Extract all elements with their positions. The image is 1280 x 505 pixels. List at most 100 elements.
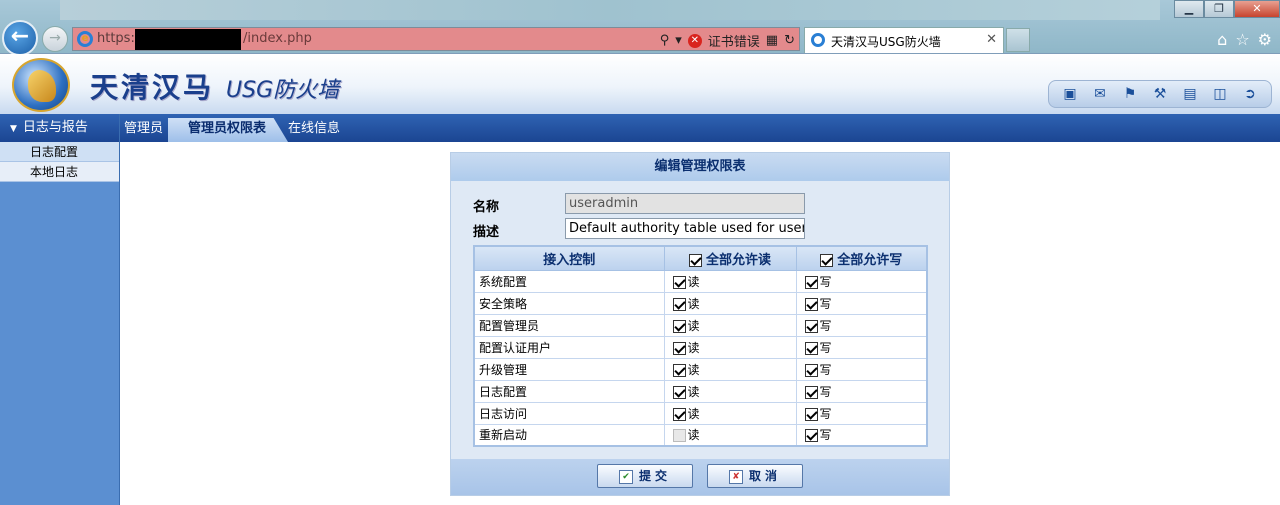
settings-gear-icon[interactable]: ⚙ [1258, 30, 1272, 49]
sidebar-item-log-config[interactable]: 日志配置 [0, 142, 119, 162]
main-content: 编辑管理权限表 名称 useradmin 描述 Default authorit… [121, 142, 1280, 505]
caret-down-icon: ▼ [10, 124, 17, 134]
col-access-control: 接入控制 [473, 245, 665, 271]
write-checkbox[interactable] [804, 319, 818, 333]
write-checkbox[interactable] [804, 385, 818, 399]
write-checkbox[interactable] [804, 297, 818, 311]
read-all-checkbox[interactable] [688, 253, 702, 267]
write-label: 写 [819, 318, 832, 333]
row-name: 配置认证用户 [473, 335, 665, 359]
logout-icon[interactable]: ➲ [1241, 85, 1259, 103]
table-row: 日志配置 读 写 [473, 379, 928, 403]
name-input: useradmin [565, 193, 805, 214]
read-all-label: 全部允许读 [705, 252, 771, 268]
read-cell: 读 [663, 423, 797, 447]
url-path: /index.php [243, 31, 312, 46]
brand-name: 天清汉马 [90, 71, 215, 104]
write-label: 写 [819, 340, 832, 355]
minimize-icon[interactable]: ▁ [1174, 0, 1204, 18]
cert-error-text[interactable]: 证书错误 [708, 31, 760, 50]
tab-close-icon[interactable]: ✕ [986, 32, 997, 47]
sidebar: ▼ 日志与报告 日志配置 本地日志 [0, 114, 120, 505]
monitor-icon[interactable]: ▤ [1181, 85, 1199, 103]
write-checkbox[interactable] [804, 341, 818, 355]
submit-button[interactable]: ✔ 提交 [597, 464, 693, 488]
forward-button[interactable]: → [42, 26, 68, 52]
write-checkbox[interactable] [804, 275, 818, 289]
browser-right-icons: ⌂ ☆ ⚙ [1217, 30, 1272, 49]
table-row: 配置认证用户 读 写 [473, 335, 928, 359]
tab-title: 天清汉马USG防火墙 [831, 35, 941, 49]
read-checkbox[interactable] [672, 297, 686, 311]
permission-table: 接入控制 全部允许读 全部允许写 系统配置读写安全策略读写配置管理员读写配置认证… [473, 245, 928, 447]
name-label: 名称 [473, 200, 500, 215]
new-tab-button[interactable] [1006, 28, 1030, 52]
write-checkbox[interactable] [804, 429, 818, 443]
submit-icon: ✔ [618, 469, 633, 484]
logo-icon [12, 58, 70, 112]
restore-icon[interactable]: ❐ [1204, 0, 1234, 18]
tab-ie-icon [811, 33, 825, 47]
read-label: 读 [687, 384, 700, 399]
col-read-all: 全部允许读 [663, 245, 797, 271]
read-cell: 读 [663, 357, 797, 381]
write-all-label: 全部允许写 [837, 252, 903, 268]
write-all-checkbox[interactable] [820, 253, 834, 267]
write-cell: 写 [795, 379, 928, 403]
tab-online-info[interactable]: 在线信息 [288, 118, 340, 142]
help-book-icon[interactable]: ▣ [1061, 85, 1079, 103]
submit-label: 提交 [638, 469, 671, 483]
table-row: 升级管理 读 写 [473, 357, 928, 381]
compat-view-icon[interactable]: ▦ [766, 33, 778, 48]
home-icon[interactable]: ⌂ [1217, 30, 1227, 49]
sidebar-item-local-log[interactable]: 本地日志 [0, 162, 119, 182]
panel-title: 编辑管理权限表 [451, 153, 949, 181]
read-label: 读 [687, 318, 700, 333]
description-input[interactable]: Default authority table used for useradm [565, 218, 805, 239]
cancel-button[interactable]: ✘ 取消 [707, 464, 803, 488]
tools-icon[interactable]: ⚒ [1151, 85, 1169, 103]
read-checkbox[interactable] [672, 407, 686, 421]
read-cell: 读 [663, 335, 797, 359]
close-icon[interactable]: ✕ [1234, 0, 1280, 18]
read-cell: 读 [663, 313, 797, 337]
read-checkbox[interactable] [672, 363, 686, 377]
address-bar[interactable]: e https:/ /index.php ⚲ ▾ ✕ 证书错误 ▦ ↻ [72, 27, 800, 51]
read-checkbox [672, 429, 686, 443]
read-checkbox[interactable] [672, 385, 686, 399]
refresh-icon[interactable]: ↻ [784, 33, 795, 48]
write-checkbox[interactable] [804, 363, 818, 377]
tab-admin[interactable]: 管理员 [124, 118, 163, 142]
table-row: 重新启动 读 写 [473, 423, 928, 447]
save-icon[interactable]: ◫ [1211, 85, 1229, 103]
edit-permission-panel: 编辑管理权限表 名称 useradmin 描述 Default authorit… [450, 152, 950, 496]
read-cell: 读 [663, 269, 797, 293]
write-cell: 写 [795, 313, 928, 337]
background-window-strip [60, 0, 1160, 20]
read-checkbox[interactable] [672, 319, 686, 333]
cancel-label: 取消 [748, 469, 781, 483]
search-icon[interactable]: ⚲ [660, 33, 670, 48]
read-label: 读 [687, 428, 700, 443]
read-checkbox[interactable] [672, 341, 686, 355]
dropdown-icon[interactable]: ▾ [675, 33, 682, 48]
write-label: 写 [819, 384, 832, 399]
language-icon[interactable]: ⚑ [1121, 85, 1139, 103]
table-row: 系统配置 读 写 [473, 269, 928, 293]
tab-admin-permissions[interactable]: 管理员权限表 [168, 118, 289, 142]
chat-icon[interactable]: ✉ [1091, 85, 1109, 103]
row-name: 系统配置 [473, 269, 665, 293]
read-checkbox[interactable] [672, 275, 686, 289]
table-header-row: 接入控制 全部允许读 全部允许写 [473, 245, 928, 271]
address-tools: ⚲ ▾ ✕ 证书错误 ▦ ↻ [660, 31, 795, 50]
write-checkbox[interactable] [804, 407, 818, 421]
sidebar-section-header[interactable]: ▼ 日志与报告 [0, 114, 119, 142]
read-label: 读 [687, 362, 700, 377]
browser-tab[interactable]: 天清汉马USG防火墙 ✕ [804, 27, 1004, 53]
read-cell: 读 [663, 291, 797, 315]
read-label: 读 [687, 274, 700, 289]
table-row: 日志访问 读 写 [473, 401, 928, 425]
write-cell: 写 [795, 335, 928, 359]
back-button[interactable]: ← [2, 20, 38, 56]
favorites-star-icon[interactable]: ☆ [1235, 30, 1249, 49]
